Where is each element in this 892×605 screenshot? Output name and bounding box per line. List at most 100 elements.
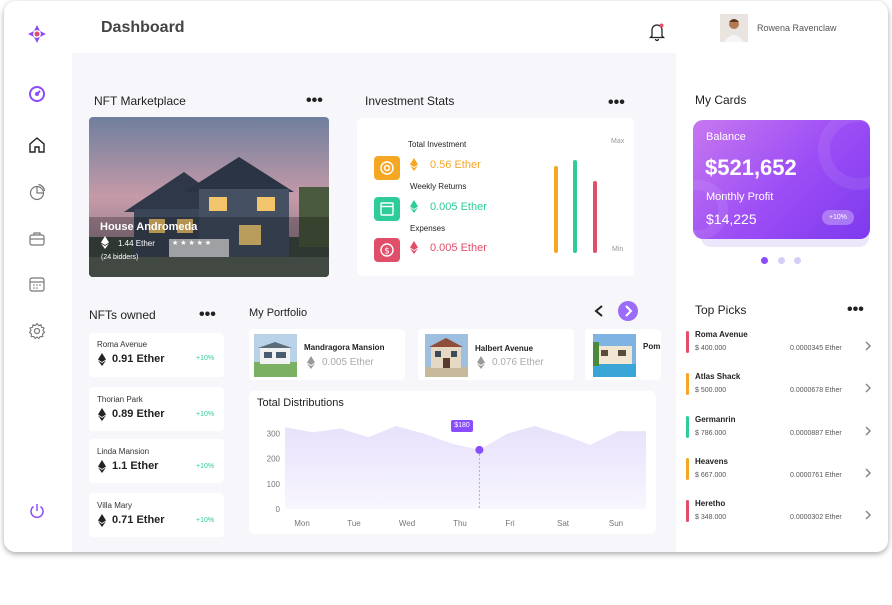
x-tick-label: Mon	[294, 519, 310, 528]
distributions-card: Total Distributions 300 200 100 0 Mon Tue Wed T…	[249, 391, 656, 534]
portfolio-item[interactable]: Pom	[585, 329, 661, 380]
carousel-dot-active[interactable]	[761, 257, 768, 264]
pick-name: Heretho	[695, 499, 726, 508]
sidebar	[4, 1, 72, 552]
ether-icon	[98, 514, 106, 532]
x-tick-label: Wed	[399, 519, 415, 528]
nft-owned-value: 0.89 Ether	[112, 408, 165, 420]
nft-owned-value: 0.71 Ether	[112, 514, 165, 526]
portfolio-image	[254, 334, 297, 377]
portfolio-value: 0.076 Ether	[492, 357, 544, 368]
portfolio-title: My Portfolio	[249, 307, 308, 319]
stat-value: 0.56 Ether	[430, 159, 481, 171]
top-pick-item[interactable]: Heavens $ 667.000 0.0000761 Ether	[686, 456, 876, 492]
power-icon[interactable]	[26, 500, 48, 522]
rating-stars: ★ ★ ★ ★ ★	[172, 240, 212, 247]
portfolio-item[interactable]: Halbert Avenue 0.076 Ether	[418, 329, 574, 380]
speedometer-icon[interactable]	[26, 83, 48, 105]
more-icon[interactable]: •••	[199, 307, 216, 323]
pick-ether: 0.0000345 Ether	[790, 345, 842, 352]
pick-color-bar	[686, 500, 689, 522]
ether-icon	[307, 356, 315, 374]
investment-stats-card: Total Investment 0.56 Ether Weekly Retur…	[357, 118, 634, 276]
distributions-chart: 300 200 100 0 Mon Tue Wed Thu Fri Sat Sun	[267, 426, 646, 528]
x-tick-label: Sun	[609, 519, 623, 528]
nft-owned-change: +10%	[196, 411, 215, 418]
more-icon[interactable]: •••	[847, 302, 864, 318]
nft-owned-change: +10%	[196, 355, 215, 362]
home-icon[interactable]	[26, 134, 48, 156]
wallet-icon[interactable]	[26, 228, 48, 250]
portfolio-name: Halbert Avenue	[475, 344, 534, 353]
ether-icon	[98, 460, 106, 478]
more-icon[interactable]: •••	[306, 93, 323, 109]
avatar[interactable]	[720, 14, 748, 42]
top-pick-item[interactable]: Atlas Shack $ 500.000 0.0000678 Ether	[686, 371, 876, 407]
logo-icon[interactable]	[26, 23, 48, 45]
y-tick-label: 200	[267, 455, 281, 464]
nft-featured-card[interactable]: House Andromeda 1.44 Ether ★ ★ ★ ★ ★ (24…	[89, 117, 329, 277]
user-name[interactable]: Rowena Ravenclaw	[757, 23, 837, 33]
owned-nft-item[interactable]: Linda Mansion 1.1 Ether +10%	[89, 439, 224, 483]
ether-icon	[410, 158, 418, 171]
portfolio-image	[593, 334, 636, 377]
pick-price: $ 348.000	[695, 514, 727, 521]
portfolio-value: 0.005 Ether	[322, 357, 374, 368]
chevron-right-icon[interactable]	[864, 381, 872, 399]
ether-icon	[477, 356, 485, 374]
ether-icon	[98, 353, 106, 371]
notification-bell-icon[interactable]	[648, 22, 666, 47]
balance-card[interactable]: Balance $521,652 Monthly Profit $14,225 …	[693, 120, 870, 239]
nft-owned-name: Roma Avenue	[97, 340, 148, 349]
portfolio-item[interactable]: Mandragora Mansion 0.005 Ether	[249, 329, 405, 380]
pick-price: $ 400.000	[695, 345, 727, 352]
top-picks-title: Top Picks	[695, 303, 747, 317]
y-tick-label: 0	[276, 505, 281, 514]
owned-nft-item[interactable]: Roma Avenue 0.91 Ether +10%	[89, 333, 224, 377]
nft-owned-value: 0.91 Ether	[112, 353, 165, 365]
pick-ether: 0.0000678 Ether	[790, 387, 842, 394]
stat-label: Expenses	[410, 224, 446, 233]
ether-icon	[410, 200, 418, 213]
stat-bar	[573, 160, 577, 253]
stat-value: 0.005 Ether	[430, 201, 487, 213]
calendar-icon[interactable]	[26, 273, 48, 295]
pick-color-bar	[686, 458, 689, 480]
chevron-right-icon[interactable]	[864, 339, 872, 357]
stat-label: Weekly Returns	[410, 182, 467, 191]
profit-change-badge: +10%	[822, 210, 854, 225]
settings-icon[interactable]	[26, 320, 48, 342]
pick-price: $ 786.000	[695, 430, 727, 437]
prev-arrow-icon[interactable]	[593, 304, 605, 323]
bidders-count: (24 bidders)	[101, 254, 139, 261]
highlight-point[interactable]	[475, 445, 484, 454]
next-arrow-icon[interactable]	[618, 301, 638, 321]
chevron-right-icon[interactable]	[864, 466, 872, 484]
portfolio-name: Mandragora Mansion	[304, 343, 385, 352]
pie-chart-icon[interactable]	[26, 181, 48, 203]
pick-price: $ 500.000	[695, 387, 727, 394]
calendar-icon	[374, 197, 400, 221]
top-pick-item[interactable]: Germanrin $ 786.000 0.0000887 Ether	[686, 414, 876, 450]
pick-color-bar	[686, 416, 689, 438]
nft-price: 1.44 Ether	[118, 239, 155, 248]
pick-color-bar	[686, 331, 689, 353]
top-pick-item[interactable]: Heretho $ 348.000 0.0000302 Ether	[686, 498, 876, 534]
carousel-dot[interactable]	[778, 257, 785, 264]
pick-price: $ 667.000	[695, 472, 727, 479]
carousel-dot[interactable]	[794, 257, 801, 264]
nft-name: House Andromeda	[100, 221, 198, 233]
nft-owned-name: Thorian Park	[97, 395, 143, 404]
profit-label: Monthly Profit	[706, 191, 774, 203]
x-tick-label: Tue	[347, 519, 361, 528]
min-label: Min	[612, 246, 624, 253]
house-image	[89, 117, 329, 277]
profit-value: $14,225	[706, 211, 757, 227]
top-pick-item[interactable]: Roma Avenue $ 400.000 0.0000345 Ether	[686, 329, 876, 365]
x-tick-label: Fri	[505, 519, 515, 528]
more-icon[interactable]: •••	[608, 95, 625, 111]
chevron-right-icon[interactable]	[864, 424, 872, 442]
chevron-right-icon[interactable]	[864, 508, 872, 526]
owned-nft-item[interactable]: Thorian Park 0.89 Ether +10%	[89, 387, 224, 431]
owned-nft-item[interactable]: Villa Mary 0.71 Ether +10%	[89, 493, 224, 537]
